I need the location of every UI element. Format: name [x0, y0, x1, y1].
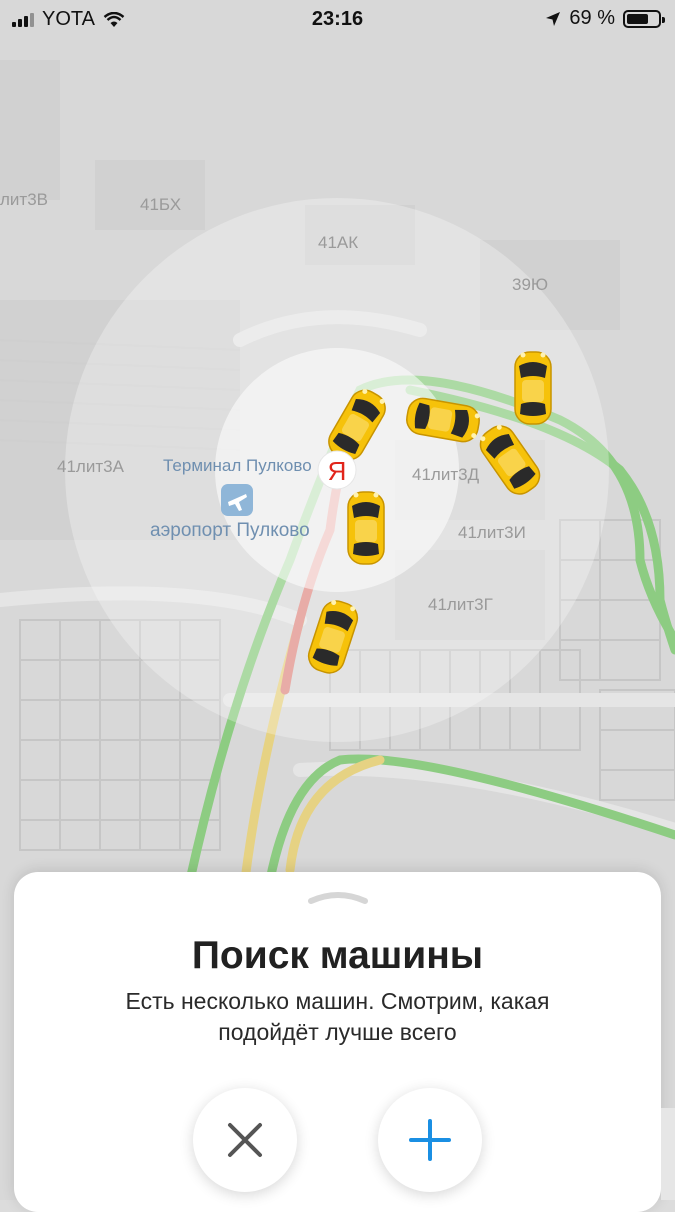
yandex-marker-icon: Я: [317, 450, 357, 490]
status-bar: YOTA 23:16 69 %: [0, 0, 675, 40]
map-label: Терминал Пулково: [163, 456, 312, 475]
close-icon: [228, 1123, 262, 1157]
marker-letter: Я: [328, 456, 347, 486]
sheet-title: Поиск машины: [191, 934, 484, 977]
cancel-search-button[interactable]: [193, 1088, 297, 1192]
map-label: 41БХ: [140, 195, 181, 214]
sheet-subtitle: Есть несколько машин. Смотрим, какая под…: [125, 988, 550, 1045]
add-option-button[interactable]: [378, 1088, 482, 1192]
search-sheet: Поиск машины Есть несколько машин. Смотр…: [14, 872, 661, 1212]
battery-percent: 69 %: [569, 7, 615, 29]
battery-icon: [623, 9, 665, 28]
map-label: 41АК: [318, 233, 358, 252]
background-edge: [661, 1108, 675, 1200]
map-label: 41лит3И: [458, 523, 526, 542]
taxi-car-marker: [514, 351, 552, 425]
sheet-handle-icon[interactable]: [307, 888, 369, 904]
location-arrow-icon: [546, 11, 561, 26]
map-label: аэропорт Пулково: [150, 520, 310, 541]
map-label: 41лит3А: [57, 457, 125, 476]
map-label: лит3В: [0, 190, 48, 209]
map-label: 41лит3Г: [428, 595, 493, 614]
map-label: 39Ю: [512, 275, 548, 294]
plus-icon: [409, 1119, 451, 1161]
taxi-car-marker: [347, 491, 385, 565]
airport-icon: [221, 484, 253, 516]
map-label: 41лит3Д: [412, 465, 480, 484]
